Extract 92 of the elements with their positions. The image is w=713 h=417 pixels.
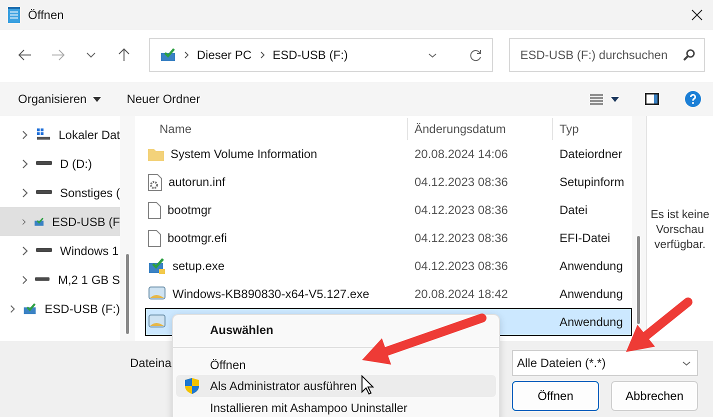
file-name: bootmgr.efi [168,231,227,245]
file-row[interactable]: setup.exe 04.12.2023 08:36 Anwendung [144,252,632,280]
sidebar-item[interactable]: M,2 1 GB S [0,265,120,294]
mouse-cursor-icon [362,374,374,395]
drive-icon [36,248,52,253]
setup-icon [148,258,166,274]
sidebar-item[interactable]: Windows 1 [0,236,120,265]
date-cell-text: 20.08.2024 18:42 [414,287,509,301]
drive-icon [36,161,52,166]
menu-item[interactable]: Auswählen [176,319,496,341]
date-cell-text: 04.12.2023 08:36 [414,259,509,273]
type-cell-text: Setupinform [558,175,626,189]
date-cell-text: 04.12.2023 08:36 [414,231,509,245]
date-cell-text: 04.12.2023 08:36 [414,203,509,217]
date-cell-text: 04.12.2023 08:36 [414,175,509,189]
open-button[interactable]: Öffnen [512,381,599,411]
chevron-right-icon [260,51,265,59]
file-name: System Volume Information [170,147,318,161]
file-name: autorun.inf [168,175,226,189]
preview-message: Es ist keine Vorschau verfügbar. [650,208,710,253]
search-icon[interactable] [683,49,696,61]
chevron-right-icon[interactable] [22,130,28,140]
arrow-drawing [626,298,692,352]
file-name: bootmgr [168,203,212,217]
chevron-right-icon[interactable] [10,304,16,314]
arrow-left-icon[interactable] [18,49,32,61]
filename-label: Dateina [130,356,172,370]
chevron-right-icon[interactable] [22,188,28,198]
caret-down-icon[interactable] [92,96,101,102]
column-header[interactable]: Name [144,118,406,140]
type-cell-text: Datei [558,203,589,217]
close-icon[interactable] [691,9,703,21]
settings-file-icon [148,174,162,190]
sidebar-item[interactable]: ESD-USB (F:) [0,294,120,323]
caret-down-icon[interactable] [611,96,619,102]
folder-icon [148,148,164,160]
file-row[interactable]: autorun.inf 04.12.2023 08:36 Setupinform [144,168,632,196]
breadcrumb-item[interactable]: Dieser PC [196,48,252,62]
type-cell-text: Anwendung [558,259,624,273]
drive-icon [35,277,50,282]
file-row[interactable]: System Volume Information 20.08.2024 14:06 Dateiordner [144,140,632,168]
breadcrumb-item[interactable]: ESD-USB (F:) [272,48,348,62]
sidebar-item[interactable]: Sonstiges ( [0,178,120,207]
file-row[interactable]: bootmgr.efi 04.12.2023 08:36 EFI-Datei [144,224,632,252]
view-list-icon[interactable] [590,94,603,104]
address-bar[interactable]: Dieser PC ESD-USB (F:) [148,38,494,72]
cancel-button[interactable]: Abbrechen [611,381,698,411]
file-icon [148,202,160,218]
menu-item[interactable]: Als Administrator ausführen [176,375,496,398]
search-field[interactable]: ESD-USB (F:) durchsuchen [509,38,706,72]
preview-pane-icon[interactable] [645,93,659,105]
refresh-icon[interactable] [469,48,482,62]
window-title: Öffnen [28,8,65,22]
chevron-right-icon [184,51,189,59]
sidebar-item[interactable]: D (D:) [0,149,120,178]
type-cell-text: Anwendung [558,315,624,329]
menu-item[interactable]: Installieren mit Ashampoo Uninstaller [176,397,496,417]
type-cell-text: Dateiordner [558,147,624,161]
file-type-dropdown[interactable]: Alle Dateien (*.*) [512,350,698,376]
organize-button[interactable]: Organisieren [18,92,101,106]
file-icon [148,230,160,246]
arrow-up-icon[interactable] [118,48,130,62]
sidebar-item[interactable]: ESD-USB (F [0,207,120,236]
shield-icon [185,378,199,394]
chevron-down-icon[interactable] [86,52,96,58]
drive-icon [160,48,176,62]
chevron-right-icon[interactable] [22,158,28,168]
sidebar-item[interactable]: Lokaler Dat [0,120,120,149]
scrollbar-thumb[interactable] [637,236,640,324]
file-row[interactable]: bootmgr 04.12.2023 08:36 Datei [144,196,632,224]
application-icon [148,286,166,302]
chevron-right-icon[interactable] [22,274,28,284]
chevron-right-icon[interactable] [22,216,26,226]
date-cell-text: 20.08.2024 14:06 [414,147,509,161]
new-folder-button[interactable]: Neuer Ordner [126,92,200,106]
help-icon[interactable] [685,91,701,107]
notepad-icon [8,7,20,23]
type-cell-text: Anwendung [558,287,624,301]
menu-item[interactable]: Öffnen [176,354,496,376]
scrollbar-thumb[interactable] [126,254,129,334]
type-cell-text: EFI-Datei [558,231,612,245]
chevron-right-icon[interactable] [22,246,28,256]
drive-icon [36,190,52,195]
application-icon [148,314,166,330]
chevron-down-icon[interactable] [682,360,691,366]
column-header[interactable]: Änderungsdatum [406,118,552,140]
file-row[interactable]: Windows-KB890830-x64-V5.127.exe 20.08.2024 18:42 Anwendung [144,280,632,308]
drive-icon [23,302,37,316]
chevron-down-icon[interactable] [428,52,438,58]
file-name: setup.exe [172,259,225,273]
drive-icon [36,128,51,142]
file-name: Windows-KB890830-x64-V5.127.exe [172,287,370,301]
